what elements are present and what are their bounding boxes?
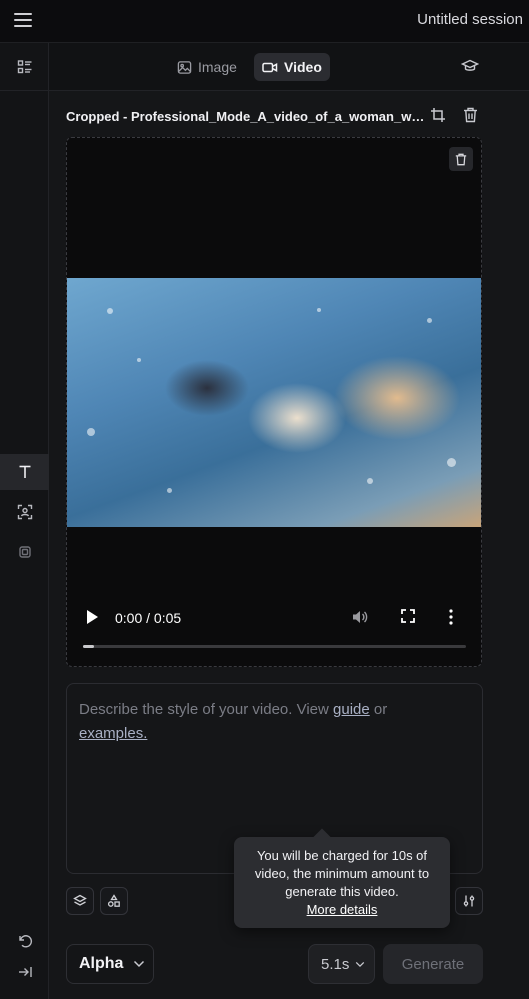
layers-icon[interactable]	[66, 887, 94, 915]
tab-video-label: Video	[284, 59, 322, 75]
video-controls: 0:00 / 0:05	[67, 593, 481, 653]
frames-icon[interactable]	[0, 534, 49, 570]
collapse-panel-icon[interactable]	[0, 954, 49, 990]
crop-icon[interactable]	[430, 107, 446, 128]
duration-select-value: 5.1s	[321, 955, 350, 973]
examples-link[interactable]: examples.	[79, 725, 147, 742]
shapes-icon[interactable]	[100, 887, 128, 915]
media-file-name: Cropped - Professional_Mode_A_video_of_a…	[66, 109, 426, 124]
text-tool-icon[interactable]	[0, 454, 49, 490]
chevron-down-icon	[356, 961, 365, 967]
graduation-cap-icon[interactable]	[460, 57, 480, 80]
video-camera-icon	[262, 62, 278, 72]
chevron-down-icon	[134, 960, 145, 968]
charge-tooltip: You will be charged for 10s of video, th…	[234, 828, 450, 928]
play-icon[interactable]	[85, 609, 99, 630]
video-frame-image	[67, 278, 481, 527]
list-view-icon[interactable]	[0, 49, 49, 85]
left-rail	[0, 43, 49, 999]
video-player[interactable]: 0:00 / 0:05	[66, 137, 482, 667]
more-details-link[interactable]: More details	[246, 901, 438, 919]
tab-image-label: Image	[198, 59, 237, 75]
video-progress-bar[interactable]	[83, 645, 466, 648]
session-title[interactable]: Untitled session	[417, 11, 523, 28]
rail-divider	[0, 90, 49, 91]
image-icon	[177, 60, 192, 74]
model-select[interactable]: Alpha	[66, 944, 154, 984]
model-select-value: Alpha	[79, 955, 124, 972]
trash-icon[interactable]	[463, 107, 478, 128]
video-trash-icon[interactable]	[449, 147, 473, 171]
settings-sliders-icon[interactable]	[455, 887, 483, 915]
tab-image[interactable]: Image	[169, 53, 245, 81]
main-panel: Cropped - Professional_Mode_A_video_of_a…	[49, 91, 529, 999]
face-scan-icon[interactable]	[0, 494, 49, 530]
menu-icon[interactable]	[14, 13, 32, 29]
tooltip-text: You will be charged for 10s of video, th…	[254, 848, 430, 899]
more-options-icon[interactable]	[449, 609, 453, 630]
volume-icon[interactable]	[351, 609, 369, 630]
prompt-placeholder: Describe the style of your video. View	[79, 701, 334, 718]
guide-link[interactable]: guide	[333, 701, 370, 718]
video-progress-fill	[83, 645, 95, 648]
top-bar: Untitled session	[0, 0, 529, 43]
fullscreen-icon[interactable]	[401, 609, 415, 628]
tab-video[interactable]: Video	[254, 53, 330, 81]
mode-tab-bar: Image Video	[49, 43, 529, 91]
prompt-placeholder-middle: or	[369, 701, 388, 718]
video-time: 0:00 / 0:05	[115, 610, 182, 626]
generate-button[interactable]: Generate	[383, 944, 483, 984]
duration-select[interactable]: 5.1s	[308, 944, 375, 984]
